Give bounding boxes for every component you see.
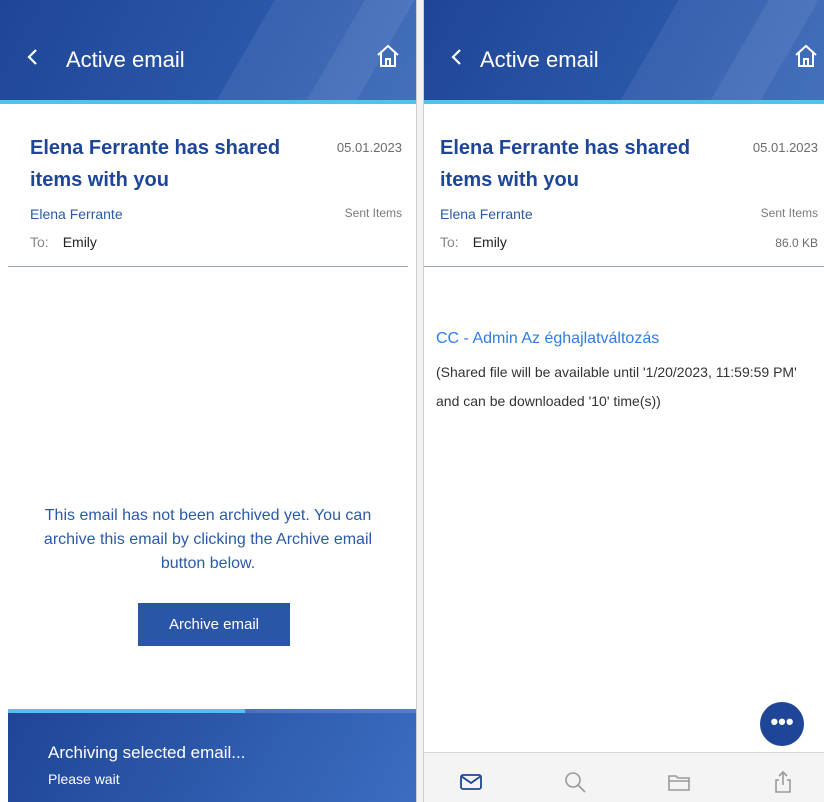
home-icon[interactable]: [792, 42, 820, 70]
toast-subtitle: Please wait: [48, 771, 120, 787]
archive-email-button[interactable]: Archive email: [138, 603, 290, 646]
home-icon[interactable]: [374, 42, 402, 70]
header-accent: [424, 100, 824, 104]
header: Active email: [424, 0, 824, 104]
email-subject: Elena Ferrante has shared items with you: [30, 137, 281, 191]
archiving-toast: Archiving selected email... Please wait: [8, 709, 416, 802]
to-value: Emily: [62, 234, 97, 250]
divider: [8, 266, 408, 267]
email-size: 86.0 KB: [775, 236, 818, 250]
more-actions-button[interactable]: •••: [760, 702, 804, 746]
to-value: Emily: [472, 234, 507, 250]
email-date: 05.01.2023: [336, 140, 402, 155]
share-icon[interactable]: [770, 769, 796, 795]
email-folder: Sent Items: [344, 206, 402, 220]
toast-title: Archiving selected email...: [48, 743, 246, 762]
email-to: To: Emily: [30, 234, 97, 250]
left-panel: Active email Elena Ferrante has shared i…: [0, 0, 416, 802]
attachment-link[interactable]: CC - Admin Az éghajlatváltozás: [436, 330, 659, 348]
progress-track: [8, 709, 416, 713]
panel-divider: [416, 0, 424, 802]
progress-fill: [8, 709, 245, 713]
bottom-tab-bar: [424, 752, 824, 802]
attachment-info: (Shared file will be available until '1/…: [436, 364, 797, 409]
email-date: 05.01.2023: [752, 140, 818, 155]
to-label: To:: [440, 234, 459, 250]
mail-icon[interactable]: [458, 769, 484, 795]
divider: [424, 266, 824, 267]
back-icon[interactable]: [446, 46, 468, 68]
back-icon[interactable]: [22, 46, 44, 68]
header: Active email: [0, 0, 416, 104]
header-title: Active email: [66, 47, 185, 72]
email-folder: Sent Items: [760, 206, 818, 220]
right-panel: Active email Elena Ferrante has shared i…: [424, 0, 824, 802]
email-sender[interactable]: Elena Ferrante: [30, 206, 123, 222]
to-label: To:: [30, 234, 49, 250]
email-subject: Elena Ferrante has shared items with you: [440, 137, 691, 191]
email-to: To: Emily: [440, 234, 507, 250]
archive-notice: This email has not been archived yet. Yo…: [43, 507, 373, 572]
folder-icon[interactable]: [666, 769, 692, 795]
email-sender[interactable]: Elena Ferrante: [440, 206, 533, 222]
header-title: Active email: [480, 47, 599, 72]
search-icon[interactable]: [562, 769, 588, 795]
header-accent: [0, 100, 416, 104]
